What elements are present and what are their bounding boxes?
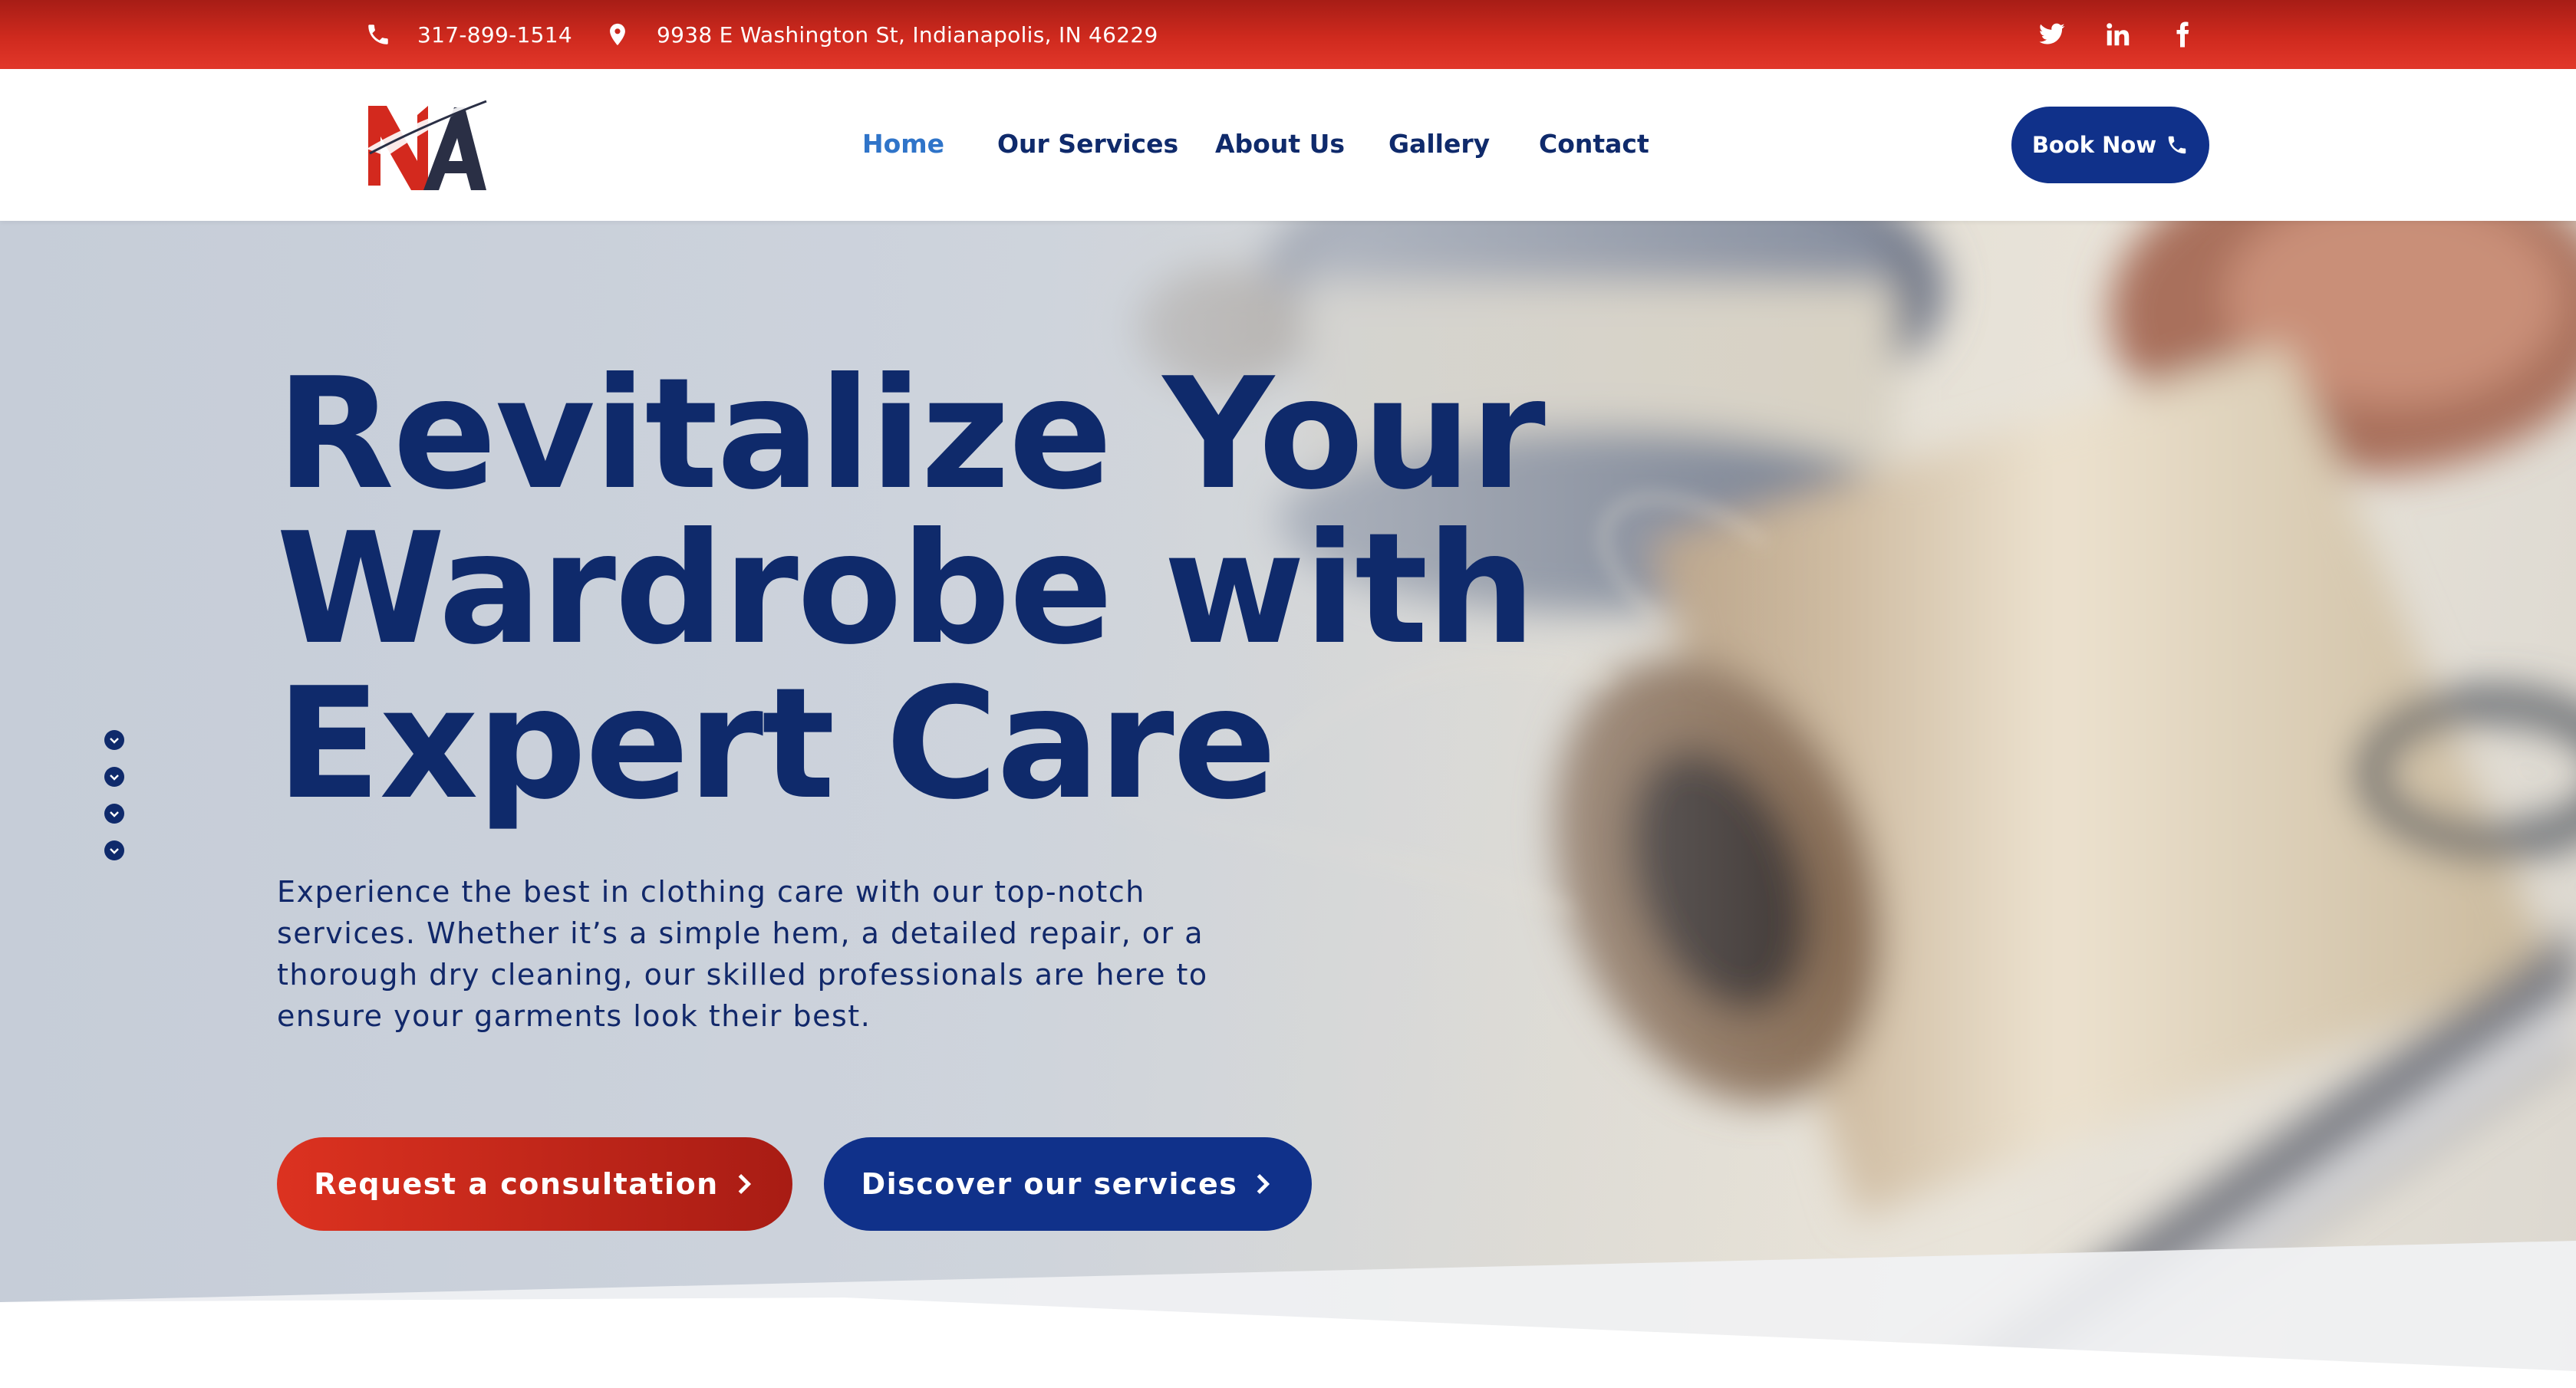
- hero-headline: Revitalize Your Wardrobe with Expert Car…: [276, 357, 1580, 822]
- chevron-down-icon: [110, 811, 119, 817]
- slide-indicators: [104, 730, 124, 877]
- headline-line-2: Wardrobe with: [276, 500, 1536, 679]
- request-consultation-button[interactable]: Request a consultation: [277, 1137, 792, 1231]
- chevron-right-icon: [1257, 1174, 1270, 1194]
- book-now-button[interactable]: Book Now: [2011, 107, 2209, 183]
- chevron-down-icon: [110, 738, 119, 744]
- phone-contact[interactable]: 317-899-1514: [365, 0, 572, 69]
- linkedin-link[interactable]: [2100, 0, 2136, 69]
- nav-gallery[interactable]: Gallery: [1388, 124, 1490, 164]
- map-pin-icon: [610, 23, 625, 46]
- slide-dot-4[interactable]: [104, 840, 124, 860]
- headline-line-1: Revitalize Your: [276, 345, 1546, 524]
- slide-dot-2[interactable]: [104, 767, 124, 787]
- linkedin-icon: [2107, 23, 2130, 46]
- request-consultation-label: Request a consultation: [314, 1167, 719, 1201]
- na-logo-icon: [367, 98, 487, 190]
- slide-dot-1[interactable]: [104, 730, 124, 750]
- book-now-label: Book Now: [2031, 132, 2157, 158]
- phone-icon: [368, 25, 388, 44]
- hero-section: Revitalize Your Wardrobe with Expert Car…: [0, 221, 2576, 1388]
- chevron-down-icon: [110, 848, 119, 854]
- discover-services-label: Discover our services: [861, 1167, 1238, 1201]
- nav-about-us[interactable]: About Us: [1215, 124, 1345, 164]
- chevron-down-icon: [110, 775, 119, 781]
- twitter-icon: [2039, 23, 2065, 44]
- address-text: 9938 E Washington St, Indianapolis, IN 4…: [657, 21, 1158, 48]
- site-header: Home Our Services About Us Gallery Conta…: [0, 69, 2576, 221]
- headline-line-3: Expert Care: [276, 655, 1276, 834]
- phone-number: 317-899-1514: [417, 21, 572, 48]
- nav-home[interactable]: Home: [862, 124, 944, 164]
- slide-dot-3[interactable]: [104, 804, 124, 824]
- facebook-link[interactable]: [2165, 0, 2200, 69]
- phone-icon: [2168, 136, 2186, 154]
- twitter-link[interactable]: [2034, 0, 2070, 69]
- nav-contact[interactable]: Contact: [1539, 124, 1649, 164]
- facebook-icon: [2176, 21, 2189, 48]
- discover-services-button[interactable]: Discover our services: [824, 1137, 1312, 1231]
- address-contact[interactable]: 9938 E Washington St, Indianapolis, IN 4…: [604, 0, 1158, 69]
- nav-our-services[interactable]: Our Services: [997, 124, 1178, 164]
- top-info-bar: 317-899-1514 9938 E Washington St, India…: [0, 0, 2576, 69]
- brand-logo[interactable]: [364, 92, 491, 196]
- hero-description: Experience the best in clothing care wit…: [277, 875, 1208, 1033]
- chevron-right-icon: [738, 1174, 751, 1194]
